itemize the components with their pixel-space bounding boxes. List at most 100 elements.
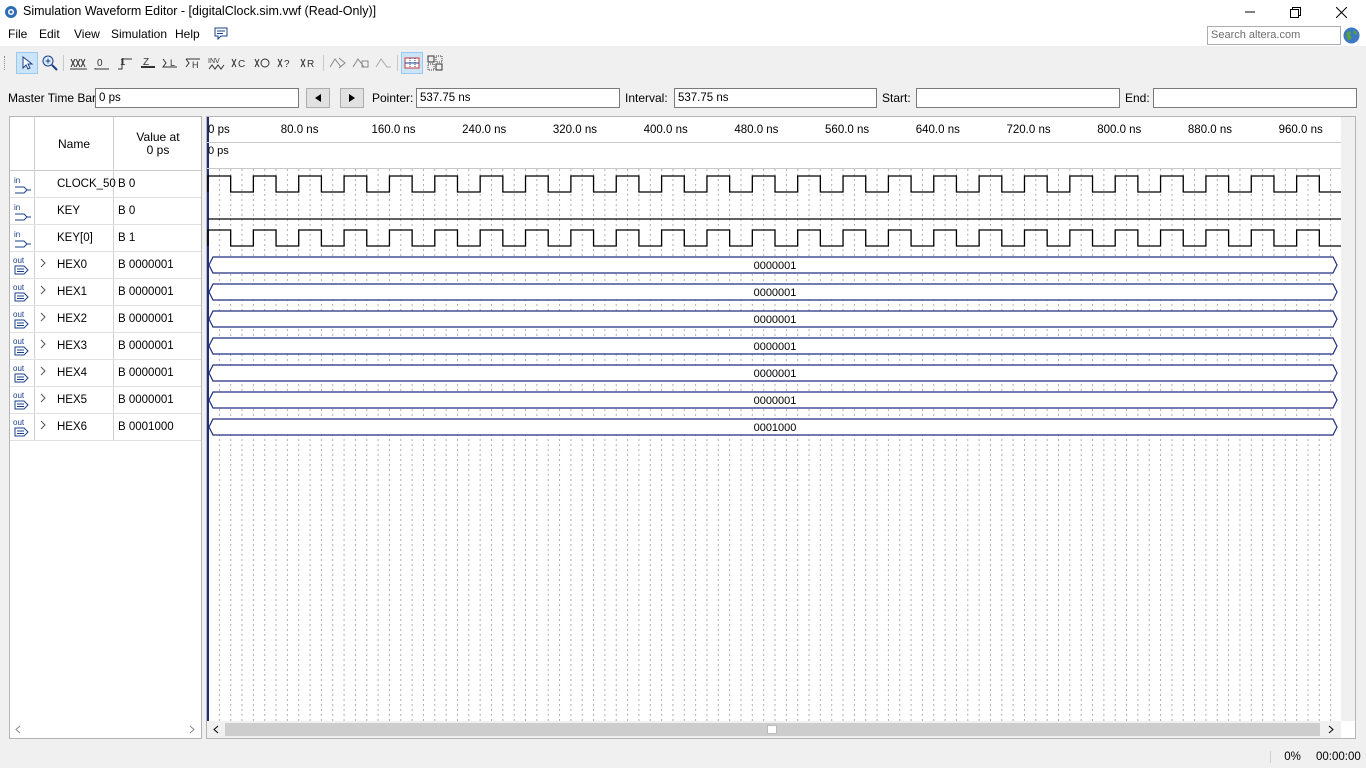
menu-file[interactable]: File — [8, 27, 27, 41]
zoom-tool-button[interactable] — [39, 52, 61, 74]
scroll-right-icon[interactable] — [1327, 725, 1335, 734]
hscroll-thumb[interactable] — [225, 723, 1320, 736]
menu-edit[interactable]: Edit — [39, 27, 60, 41]
snap-to-transition-button[interactable] — [327, 52, 349, 74]
signal-row[interactable]: out HEX6 B 0001000 — [10, 414, 201, 441]
signal-row[interactable]: out HEX5 B 0000001 — [10, 387, 201, 414]
arbitrary-value-button[interactable]: ? — [275, 52, 297, 74]
snap-grid-icon — [352, 58, 369, 68]
signal-row[interactable]: out HEX1 B 0000001 — [10, 279, 201, 306]
time-ruler[interactable]: 0 ps 80.0 ns 160.0 ns 240.0 ns 320.0 ns 400.0… — [207, 117, 1341, 143]
waveform-canvas[interactable]: 0000001 0000001 0000001 0000001 0000001 00000… — [207, 117, 1341, 721]
signal-row[interactable]: out HEX0 B 0000001 — [10, 252, 201, 279]
ruler-tick-label: 720.0 ns — [1006, 124, 1051, 136]
ruler-tick-label: 640.0 ns — [915, 124, 960, 136]
pointer-field[interactable]: 537.75 ns — [416, 88, 620, 108]
output-pin-icon: out — [12, 364, 32, 384]
ruler-tick-label: 880.0 ns — [1187, 124, 1233, 136]
svg-text:L: L — [170, 58, 175, 68]
output-pin-icon: out — [12, 256, 32, 276]
master-time-bar-field[interactable]: 0 ps — [95, 88, 299, 108]
signal-name: HEX4 — [57, 367, 88, 379]
ruler-tick-label: 0 ps — [208, 124, 230, 136]
value-column-header[interactable]: Value at 0 ps — [115, 117, 201, 171]
scroll-right-icon[interactable] — [188, 725, 196, 734]
scroll-left-icon[interactable] — [212, 725, 220, 734]
restore-button[interactable] — [1272, 0, 1318, 24]
waveform-hscrollbar[interactable] — [207, 721, 1341, 738]
bus-value-label: 0000001 — [754, 368, 797, 380]
signal-name: KEY[0] — [57, 232, 93, 244]
expand-chevron-icon[interactable] — [40, 285, 47, 298]
overwrite-clock-button[interactable] — [252, 52, 274, 74]
svg-text:C: C — [238, 59, 245, 70]
expand-chevron-icon[interactable] — [40, 339, 47, 352]
menu-help[interactable]: Help — [175, 27, 200, 41]
high-impedance-button[interactable]: Z — [137, 52, 159, 74]
signal-value: B 0001000 — [118, 421, 174, 433]
svg-text:H: H — [192, 60, 199, 70]
weak-low-icon: L — [162, 58, 177, 68]
input-pin-icon: in — [12, 202, 32, 222]
signal-value: B 0 — [118, 205, 136, 217]
signal-row[interactable]: out HEX2 B 0000001 — [10, 306, 201, 333]
ruler-tick-label: 960.0 ns — [1278, 124, 1323, 136]
menu-view[interactable]: View — [74, 27, 100, 41]
forcing-low-button[interactable]: 0 — [91, 52, 113, 74]
signal-row[interactable]: out HEX4 B 0000001 — [10, 360, 201, 387]
signal-row[interactable]: in KEY B 0 — [10, 198, 201, 225]
previous-transition-button[interactable] — [306, 88, 330, 108]
svg-text:out: out — [13, 418, 25, 427]
start-field[interactable] — [916, 88, 1120, 108]
selection-tool-button[interactable] — [16, 52, 38, 74]
triangle-left-icon — [315, 94, 321, 102]
expand-chevron-icon[interactable] — [40, 258, 47, 271]
globe-icon[interactable] — [1343, 27, 1360, 44]
feedback-icon[interactable] — [214, 27, 228, 41]
signal-row[interactable]: in CLOCK_50 B 0 — [10, 171, 201, 198]
snap-to-grid-button[interactable] — [350, 52, 372, 74]
unknown-value-button[interactable] — [68, 52, 90, 74]
pointer-label: Pointer: — [372, 91, 414, 105]
signal-row[interactable]: in KEY[0] B 1 — [10, 225, 201, 252]
signal-row[interactable]: out HEX3 B 0000001 — [10, 333, 201, 360]
waveform-vscrollbar[interactable] — [1341, 117, 1355, 721]
expand-chevron-icon[interactable] — [40, 420, 47, 433]
random-value-button[interactable]: R — [298, 52, 320, 74]
invert-button[interactable]: INV — [206, 52, 228, 74]
end-field[interactable] — [1153, 88, 1357, 108]
waveform-pane[interactable]: 0000001 0000001 0000001 0000001 0000001 00000… — [206, 116, 1356, 739]
svg-text:out: out — [13, 364, 25, 373]
signal-name: HEX0 — [57, 259, 88, 271]
weak-high-button[interactable]: H — [183, 52, 205, 74]
forcing-high-button[interactable]: 1 — [114, 52, 136, 74]
elapsed-time: 00:00:00 — [1316, 751, 1361, 763]
expand-chevron-icon[interactable] — [40, 366, 47, 379]
ruler-tick-label: 240.0 ns — [462, 124, 507, 136]
weak-low-button[interactable]: L — [160, 52, 182, 74]
search-input[interactable]: Search altera.com — [1207, 26, 1341, 45]
waveform-toolbar: 0 1 Z L H INV C ? R — [0, 50, 1366, 76]
name-column-label: Name — [57, 137, 90, 151]
snap-grid-toggle-button[interactable] — [401, 52, 423, 74]
expand-chevron-icon[interactable] — [40, 393, 47, 406]
menu-simulation[interactable]: Simulation — [111, 27, 167, 41]
select-region-button[interactable] — [424, 52, 446, 74]
weak-high-icon: H — [185, 58, 200, 70]
scroll-left-icon[interactable] — [14, 725, 22, 734]
interval-field[interactable]: 537.75 ns — [674, 88, 877, 108]
window-title: Simulation Waveform Editor - [digitalClo… — [23, 4, 377, 18]
output-pin-icon: out — [12, 337, 32, 357]
name-column-header[interactable]: Name — [34, 117, 114, 171]
signal-value: B 0 — [118, 178, 136, 190]
quartus-app-icon — [5, 6, 17, 18]
close-button[interactable] — [1318, 0, 1364, 24]
output-pin-icon: out — [12, 418, 32, 438]
reverse-snap-button[interactable] — [373, 52, 395, 74]
next-transition-button[interactable] — [340, 88, 364, 108]
expand-chevron-icon[interactable] — [40, 312, 47, 325]
signal-list-hscrollbar[interactable] — [10, 721, 201, 738]
count-value-button[interactable]: C — [229, 52, 251, 74]
signal-name: CLOCK_50 — [57, 178, 116, 190]
minimize-button[interactable] — [1227, 0, 1273, 24]
